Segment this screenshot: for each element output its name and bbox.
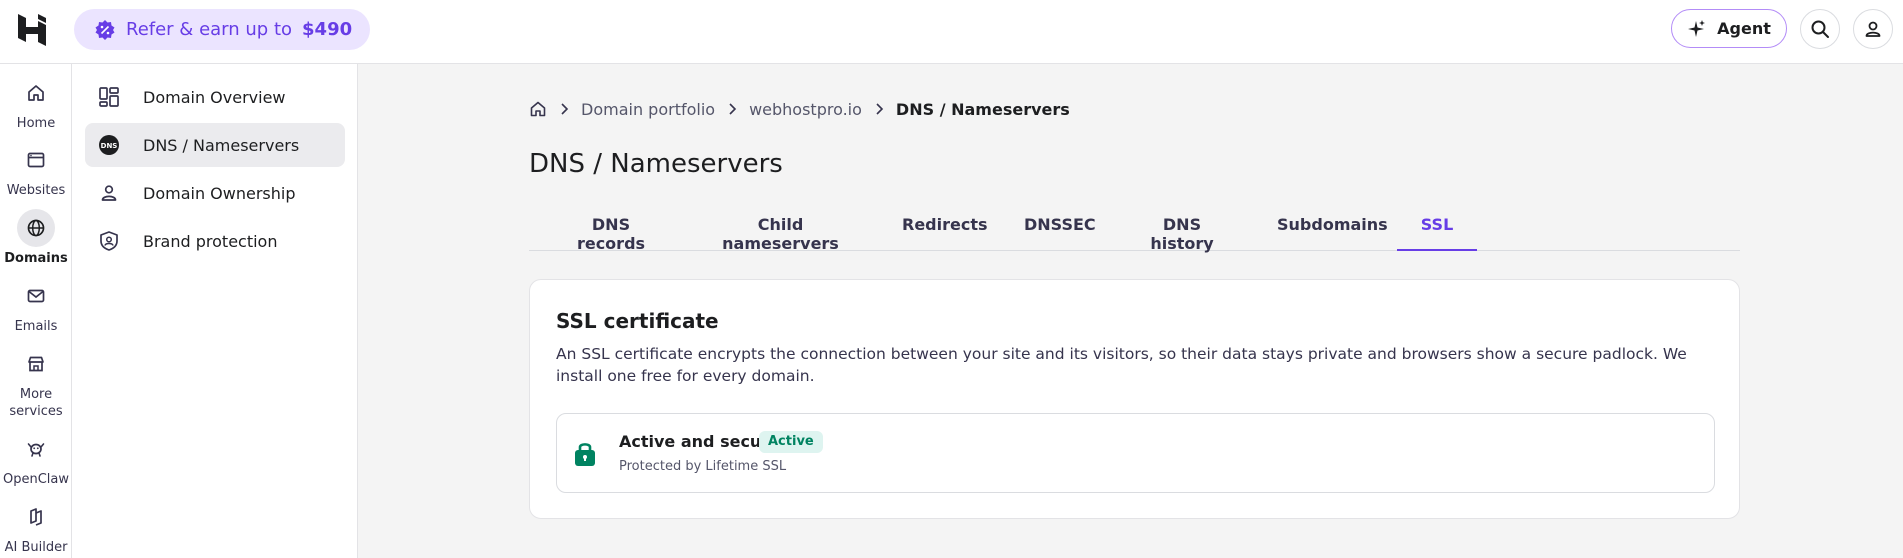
ssl-status-box: Active and secure Active Protected by Li… bbox=[556, 413, 1715, 493]
rail-item-ai-builder[interactable]: AI Builder bbox=[0, 498, 72, 556]
ssl-certificate-card: SSL certificate An SSL certificate encry… bbox=[529, 279, 1740, 519]
sidebar-item-domain-ownership[interactable]: Domain Ownership bbox=[85, 171, 345, 215]
sidebar-item-domain-overview[interactable]: Domain Overview bbox=[85, 75, 345, 119]
rail-label-domains: Domains bbox=[4, 251, 68, 266]
sidebar-label-domain-ownership: Domain Ownership bbox=[143, 183, 296, 203]
store-icon bbox=[17, 345, 55, 383]
rail-label-openclaw: OpenClaw bbox=[2, 472, 69, 487]
tab-ssl[interactable]: SSL bbox=[1397, 205, 1477, 251]
breadcrumb: Domain portfolio webhostpro.io DNS / Nam… bbox=[529, 98, 1070, 120]
discount-badge-icon bbox=[95, 19, 115, 40]
grid-icon bbox=[97, 85, 121, 109]
lock-icon bbox=[575, 443, 595, 466]
dns-tabs: DNS records Child nameservers Redirects … bbox=[529, 205, 1740, 253]
refer-amount: $490 bbox=[302, 19, 353, 40]
chevron-right-icon bbox=[876, 103, 884, 115]
home-icon bbox=[17, 74, 55, 112]
person-icon bbox=[97, 181, 121, 205]
top-bar: Refer & earn up to $490 Agent bbox=[0, 0, 1903, 64]
sidebar-item-dns-nameservers[interactable]: DNS DNS / Nameservers bbox=[85, 123, 345, 167]
claw-icon bbox=[17, 430, 55, 468]
tab-redirects[interactable]: Redirects bbox=[902, 205, 988, 251]
breadcrumb-domain-portfolio[interactable]: Domain portfolio bbox=[581, 100, 715, 119]
shield-icon bbox=[97, 229, 121, 253]
mail-icon bbox=[17, 277, 55, 315]
refer-earn-button[interactable]: Refer & earn up to $490 bbox=[74, 9, 371, 50]
ssl-status-subtitle: Protected by Lifetime SSL bbox=[619, 459, 787, 474]
rail-label-websites: Websites bbox=[6, 183, 66, 198]
rail-item-websites[interactable]: Websites bbox=[0, 141, 72, 199]
search-button[interactable] bbox=[1800, 9, 1840, 49]
home-breadcrumb-icon[interactable] bbox=[529, 100, 547, 118]
sidebar-item-brand-protection[interactable]: Brand protection bbox=[85, 219, 345, 263]
agent-label: Agent bbox=[1717, 19, 1771, 38]
chevron-right-icon bbox=[561, 103, 569, 115]
search-icon bbox=[1811, 20, 1829, 38]
page-title: DNS / Nameservers bbox=[529, 149, 783, 179]
rail-item-domains[interactable]: Domains bbox=[0, 209, 72, 267]
tab-dns-history[interactable]: DNS history bbox=[1137, 205, 1227, 253]
rail-item-emails[interactable]: Emails bbox=[0, 277, 72, 335]
sidebar-label-brand-protection: Brand protection bbox=[143, 231, 278, 251]
rail-label-ai-builder: AI Builder bbox=[4, 540, 68, 555]
dns-icon-text: DNS bbox=[101, 142, 118, 150]
hostinger-logo[interactable] bbox=[14, 12, 50, 48]
dns-icon: DNS bbox=[97, 133, 121, 157]
ssl-status-title: Active and secure bbox=[619, 432, 781, 451]
main-nav-rail: Home Websites Domains Emails More servic… bbox=[0, 64, 72, 558]
tab-child-nameservers[interactable]: Child nameservers bbox=[709, 205, 852, 253]
agent-button[interactable]: Agent bbox=[1671, 9, 1787, 48]
user-icon bbox=[1865, 21, 1881, 37]
domain-sidebar: Domain Overview DNS DNS / Nameservers Do… bbox=[72, 64, 358, 558]
ssl-card-title: SSL certificate bbox=[556, 309, 719, 333]
rail-item-home[interactable]: Home bbox=[0, 74, 72, 132]
account-button[interactable] bbox=[1853, 9, 1893, 49]
sidebar-label-domain-overview: Domain Overview bbox=[143, 87, 286, 107]
breadcrumb-domain[interactable]: webhostpro.io bbox=[749, 100, 862, 119]
globe-icon bbox=[17, 209, 55, 247]
sidebar-label-dns-nameservers: DNS / Nameservers bbox=[143, 135, 300, 155]
tab-dns-records[interactable]: DNS records bbox=[564, 205, 658, 253]
rail-label-emails: Emails bbox=[14, 319, 58, 334]
refer-text: Refer & earn up to bbox=[126, 19, 293, 40]
status-badge: Active bbox=[759, 431, 823, 453]
browser-icon bbox=[17, 141, 55, 179]
chevron-right-icon bbox=[729, 103, 737, 115]
tab-dnssec[interactable]: DNSSEC bbox=[1024, 205, 1096, 251]
rail-label-home: Home bbox=[16, 116, 56, 131]
ai-builder-icon bbox=[17, 498, 55, 536]
ssl-card-description: An SSL certificate encrypts the connecti… bbox=[556, 345, 1687, 385]
breadcrumb-current: DNS / Nameservers bbox=[895, 99, 1070, 119]
tab-subdomains[interactable]: Subdomains bbox=[1277, 205, 1388, 251]
rail-item-openclaw[interactable]: OpenClaw bbox=[0, 430, 72, 488]
sparkle-icon bbox=[1688, 19, 1706, 37]
rail-label-more-services: More services bbox=[9, 387, 63, 419]
rail-item-more-services[interactable]: More services bbox=[0, 345, 72, 420]
